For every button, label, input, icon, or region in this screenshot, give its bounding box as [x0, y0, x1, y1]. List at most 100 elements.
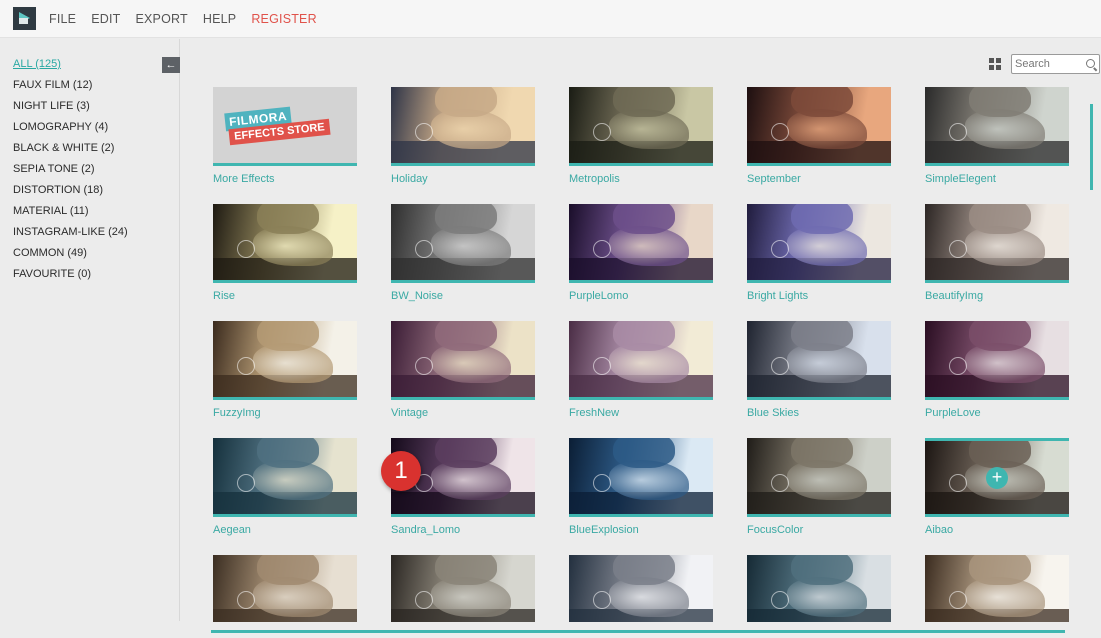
effect-card[interactable]: FreshNew — [569, 321, 713, 419]
effect-thumbnail — [213, 204, 357, 283]
effect-label: BeautifyImg — [925, 290, 984, 302]
effect-card[interactable]: Holiday — [391, 87, 535, 185]
photo-detail — [257, 438, 319, 468]
scrollbar-thumb[interactable] — [1090, 104, 1093, 190]
lens-flare — [771, 474, 789, 492]
effect-thumbnail — [925, 87, 1069, 166]
category-favourite[interactable]: FAVOURITE (0) — [13, 267, 128, 288]
effect-thumbnail — [213, 555, 357, 622]
effects-grid: FILMORA EFFECTS STORE More Effects Holiday M… — [213, 87, 1073, 622]
lens-flare — [415, 123, 433, 141]
photo-detail — [257, 204, 319, 234]
photo-detail — [791, 87, 853, 117]
category-lomography[interactable]: LOMOGRAPHY (4) — [13, 120, 128, 141]
lens-flare — [593, 474, 611, 492]
lens-flare — [771, 123, 789, 141]
photo-detail — [969, 204, 1031, 234]
step-badge: 1 — [381, 451, 421, 491]
effect-card[interactable]: BlueExplosion — [569, 438, 713, 536]
effect-thumbnail — [391, 555, 535, 622]
effect-card[interactable]: Rise — [213, 204, 357, 302]
search-input[interactable] — [1015, 57, 1083, 71]
lens-flare — [593, 591, 611, 609]
effect-thumbnail — [569, 555, 713, 622]
effect-card[interactable]: BW_Noise — [391, 204, 535, 302]
lens-flare — [415, 591, 433, 609]
lens-flare — [415, 240, 433, 258]
effect-card[interactable]: SimpleElegent — [925, 87, 1069, 185]
effect-card[interactable]: FILMORA EFFECTS STORE More Effects — [213, 87, 357, 185]
effect-card[interactable]: Aegean — [213, 438, 357, 536]
category-all[interactable]: ALL (125) — [13, 57, 128, 78]
photo-detail — [435, 321, 497, 351]
category-list: ALL (125) FAUX FILM (12) NIGHT LIFE (3) … — [13, 57, 128, 288]
menu-edit[interactable]: EDIT — [91, 12, 120, 26]
effect-card[interactable] — [569, 555, 713, 622]
effect-label: Metropolis — [569, 173, 620, 185]
effect-thumbnail — [213, 438, 357, 517]
effect-label: September — [747, 173, 801, 185]
effect-card[interactable]: Blue Skies — [747, 321, 891, 419]
effect-card[interactable]: Bright Lights — [747, 204, 891, 302]
category-material[interactable]: MATERIAL (11) — [13, 204, 128, 225]
effect-card[interactable]: Vintage — [391, 321, 535, 419]
category-sepia-tone[interactable]: SEPIA TONE (2) — [13, 162, 128, 183]
effect-label: Rise — [213, 290, 236, 302]
search-icon[interactable] — [1086, 59, 1095, 68]
collapse-sidebar-button[interactable]: ← — [162, 57, 180, 73]
menu-help[interactable]: HELP — [203, 12, 236, 26]
effect-card[interactable]: Metropolis — [569, 87, 713, 185]
effect-label: SimpleElegent — [925, 173, 996, 185]
effect-label: FreshNew — [569, 407, 620, 419]
effect-card[interactable]: BeautifyImg — [925, 204, 1069, 302]
photo-detail — [435, 438, 497, 468]
search-field — [1011, 54, 1100, 74]
effect-thumbnail — [391, 321, 535, 400]
effect-card[interactable]: PurpleLomo — [569, 204, 713, 302]
effect-card[interactable] — [391, 555, 535, 622]
effect-card[interactable]: September — [747, 87, 891, 185]
menu-export[interactable]: EXPORT — [135, 12, 187, 26]
effect-thumbnail: FILMORA EFFECTS STORE — [213, 87, 357, 166]
lens-flare — [771, 591, 789, 609]
photo-detail — [613, 204, 675, 234]
app-logo-icon[interactable] — [13, 7, 36, 30]
photo-detail — [791, 204, 853, 234]
lens-flare — [237, 474, 255, 492]
photo-detail — [613, 87, 675, 117]
effect-label: More Effects — [213, 173, 275, 185]
category-instagram-like[interactable]: INSTAGRAM-LIKE (24) — [13, 225, 128, 246]
category-night-life[interactable]: NIGHT LIFE (3) — [13, 99, 128, 120]
lens-flare — [593, 240, 611, 258]
photo-detail — [613, 555, 675, 585]
category-faux-film[interactable]: FAUX FILM (12) — [13, 78, 128, 99]
effect-label: PurpleLomo — [569, 290, 629, 302]
lens-flare — [415, 357, 433, 375]
effect-card[interactable]: FocusColor — [747, 438, 891, 536]
effect-label: Aibao — [925, 524, 954, 536]
effect-card[interactable] — [925, 555, 1069, 622]
effect-thumbnail — [747, 87, 891, 166]
effect-thumbnail — [569, 321, 713, 400]
photo-detail — [969, 555, 1031, 585]
effect-label: Holiday — [391, 173, 428, 185]
lens-flare — [237, 591, 255, 609]
effect-thumbnail — [569, 87, 713, 166]
effect-card[interactable] — [213, 555, 357, 622]
menu-register[interactable]: REGISTER — [251, 12, 317, 26]
effect-thumbnail — [925, 204, 1069, 283]
effect-card[interactable]: FuzzyImg — [213, 321, 357, 419]
category-distortion[interactable]: DISTORTION (18) — [13, 183, 128, 204]
effect-label: Bright Lights — [747, 290, 809, 302]
plus-icon[interactable]: + — [986, 467, 1008, 489]
category-common[interactable]: COMMON (49) — [13, 246, 128, 267]
lens-flare — [949, 357, 967, 375]
menu-file[interactable]: FILE — [49, 12, 76, 26]
category-black-white[interactable]: BLACK & WHITE (2) — [13, 141, 128, 162]
effect-label: BlueExplosion — [569, 524, 639, 536]
grid-view-icon[interactable] — [989, 58, 1002, 71]
effect-card[interactable]: PurpleLove — [925, 321, 1069, 419]
effect-thumbnail — [747, 438, 891, 517]
lens-flare — [593, 357, 611, 375]
effect-card[interactable] — [747, 555, 891, 622]
